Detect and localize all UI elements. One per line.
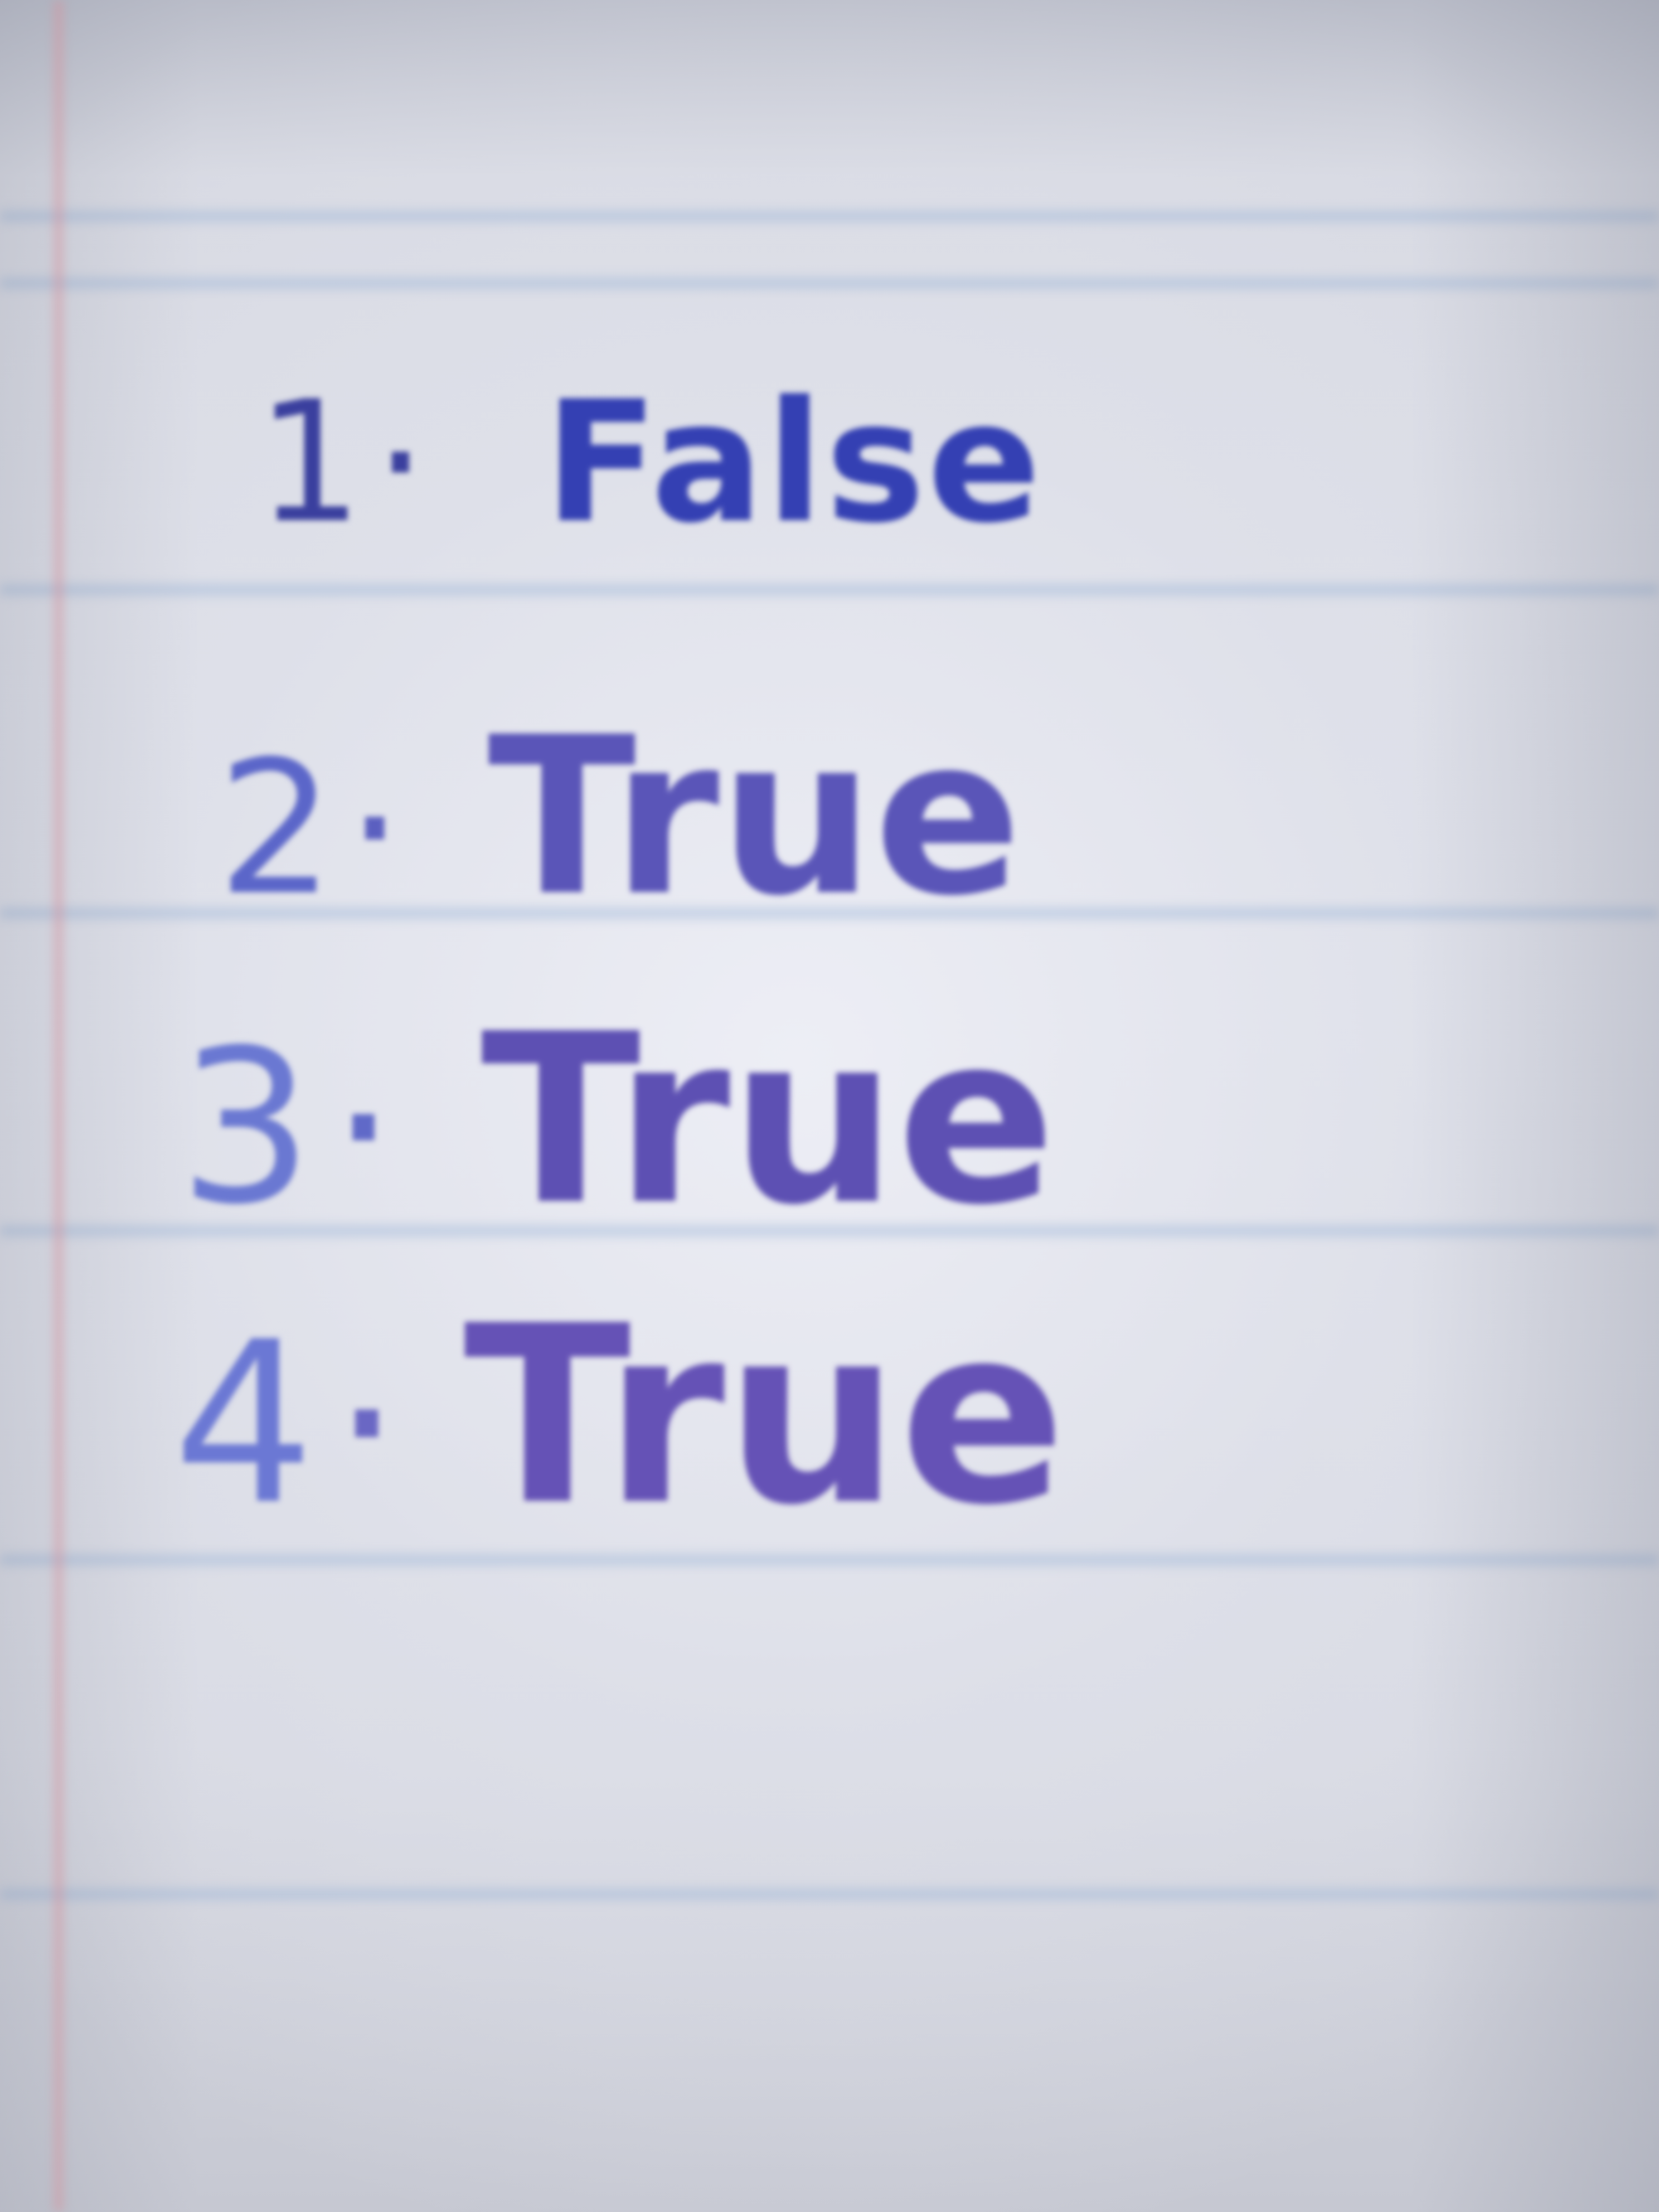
answer-item-3: 3· True bbox=[178, 1003, 1056, 1238]
answer-text: False bbox=[544, 365, 1043, 560]
notebook-paper: 1· False 2· True 3· True 4· True bbox=[0, 0, 1659, 2212]
answer-separator: · bbox=[331, 1294, 402, 1554]
answer-separator: · bbox=[373, 365, 428, 560]
handwritten-answer-list: 1· False 2· True 3· True 4· True bbox=[0, 0, 1659, 2212]
answer-number: 2 bbox=[217, 721, 334, 935]
answer-separator: · bbox=[345, 721, 404, 935]
answer-text: True bbox=[481, 984, 1056, 1257]
answer-item-4: 4· True bbox=[173, 1293, 1066, 1539]
answer-item-2: 2· True bbox=[217, 708, 1022, 925]
answer-number: 4 bbox=[173, 1294, 315, 1554]
answer-number: 3 bbox=[178, 1004, 313, 1251]
answer-text: True bbox=[463, 1273, 1066, 1559]
answer-item-1: 1· False bbox=[256, 379, 1043, 546]
answer-separator: · bbox=[329, 1004, 397, 1251]
answer-text: True bbox=[487, 690, 1022, 943]
answer-number: 1 bbox=[256, 365, 363, 560]
